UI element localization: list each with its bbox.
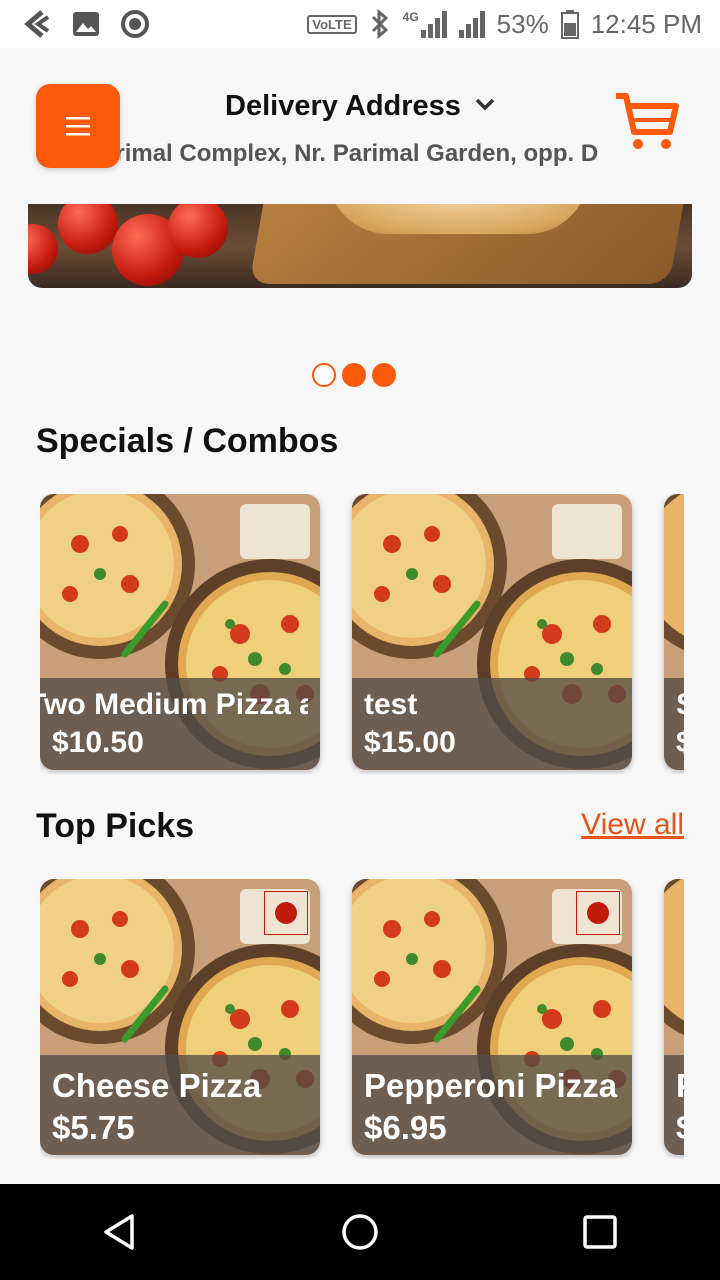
battery-percent: 53% bbox=[496, 8, 549, 39]
hamburger-icon bbox=[66, 117, 90, 136]
status-bar: VoLTE 4G 53% 12:45 PM bbox=[0, 0, 720, 48]
signal-icon bbox=[420, 10, 447, 38]
signal-icon-2 bbox=[458, 10, 485, 38]
carousel-dot-2[interactable] bbox=[342, 363, 366, 387]
item-price: $ bbox=[676, 1109, 684, 1147]
item-name: P bbox=[676, 1067, 684, 1105]
top-pick-card[interactable]: Cheese Pizza $5.75 bbox=[40, 879, 320, 1155]
address-text: Parimal Complex, Nr. Parimal Garden, opp… bbox=[120, 140, 599, 167]
special-card[interactable]: S $ bbox=[664, 494, 684, 770]
nav-recents-icon[interactable] bbox=[580, 1212, 620, 1252]
view-all-link[interactable]: View all bbox=[581, 808, 684, 842]
carousel-indicator bbox=[312, 363, 396, 387]
system-nav-bar bbox=[0, 1184, 720, 1280]
item-price: $5.75 bbox=[52, 1109, 135, 1146]
promo-banner[interactable] bbox=[28, 204, 692, 288]
non-veg-indicator-icon bbox=[576, 891, 620, 935]
item-name: Pepperoni Pizza bbox=[364, 1067, 618, 1104]
item-price: $ bbox=[676, 726, 684, 760]
delivery-address-title: Delivery Address bbox=[225, 90, 461, 122]
nav-home-icon[interactable] bbox=[340, 1212, 380, 1252]
item-name: Cheese Pizza bbox=[52, 1067, 262, 1104]
clock: 12:45 PM bbox=[590, 8, 702, 39]
special-card[interactable]: Two Medium Pizza and $10.50 bbox=[40, 494, 320, 770]
card-caption: P $ bbox=[664, 1055, 684, 1155]
back-arrow-icon bbox=[24, 10, 50, 38]
bluetooth-icon bbox=[371, 9, 388, 39]
special-card[interactable]: test $15.00 bbox=[352, 494, 632, 770]
nav-back-icon[interactable] bbox=[100, 1212, 140, 1252]
item-name: S bbox=[676, 688, 684, 722]
card-caption: S $ bbox=[664, 678, 684, 770]
network-type: 4G bbox=[402, 10, 419, 24]
volte-badge: VoLTE bbox=[307, 14, 357, 34]
chevron-down-icon bbox=[475, 92, 495, 118]
item-price: $6.95 bbox=[364, 1109, 447, 1146]
non-veg-indicator-icon bbox=[264, 891, 308, 935]
top-picks-list: Cheese Pizza $5.75 Pepperoni Pizza $6.95 bbox=[40, 879, 684, 1159]
menu-button[interactable] bbox=[36, 84, 120, 168]
address-line[interactable]: Parimal Complex, Nr. Parimal Garden, opp… bbox=[120, 140, 600, 168]
cart-icon[interactable] bbox=[610, 88, 680, 158]
card-caption: test $15.00 bbox=[352, 678, 632, 770]
app-header: Delivery Address Parimal Complex, Nr. Pa… bbox=[0, 48, 720, 204]
battery-icon bbox=[560, 10, 579, 39]
item-price: $15.00 bbox=[364, 726, 456, 759]
specials-title: Specials / Combos bbox=[36, 422, 339, 460]
carousel-dot-1[interactable] bbox=[312, 363, 336, 387]
top-pick-card[interactable]: P $ bbox=[664, 879, 684, 1155]
item-price: $10.50 bbox=[52, 726, 144, 759]
item-name: test bbox=[364, 688, 418, 721]
carousel-dot-3[interactable] bbox=[372, 363, 396, 387]
top-pick-card[interactable]: Pepperoni Pizza $6.95 bbox=[352, 879, 632, 1155]
circle-icon bbox=[121, 10, 149, 38]
image-icon bbox=[73, 12, 99, 36]
card-caption: Pepperoni Pizza $6.95 bbox=[352, 1055, 632, 1155]
specials-list: Two Medium Pizza and $10.50 test $15.00 bbox=[40, 494, 684, 774]
card-caption: Two Medium Pizza and $10.50 bbox=[40, 678, 320, 770]
card-caption: Cheese Pizza $5.75 bbox=[40, 1055, 320, 1155]
item-name: Two Medium Pizza and bbox=[40, 688, 308, 721]
top-picks-title: Top Picks bbox=[36, 807, 195, 845]
